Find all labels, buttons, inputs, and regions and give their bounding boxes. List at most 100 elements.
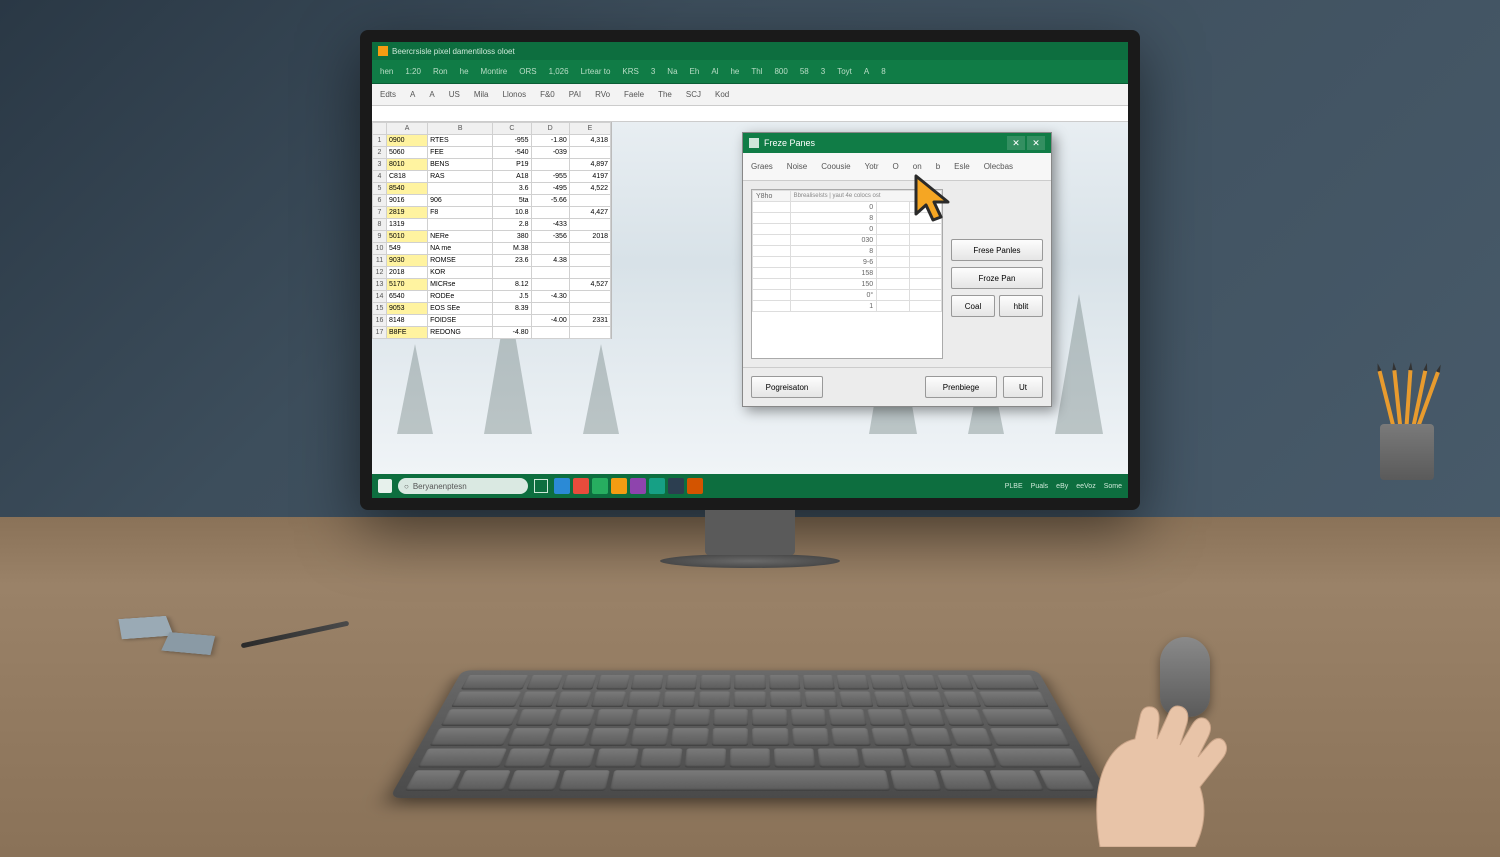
dialog-tab[interactable]: Olecbas — [984, 162, 1013, 171]
toolbar-item[interactable]: The — [658, 90, 672, 99]
tray-item[interactable]: PLBE — [1005, 483, 1023, 490]
dialog-titlebar[interactable]: Freze Panes ✕ ✕ — [743, 133, 1051, 153]
dialog-tab[interactable]: O — [893, 162, 899, 171]
tray-item[interactable]: eBy — [1056, 483, 1068, 490]
ribbon-item[interactable]: Montire — [481, 67, 508, 76]
table-row[interactable]: 146540RODEeJ.5-4.30 — [373, 291, 611, 303]
table-row[interactable]: 25060FEE-540-039 — [373, 147, 611, 159]
ribbon-item[interactable]: Na — [667, 67, 677, 76]
hblit-button[interactable]: hblit — [999, 295, 1043, 317]
table-row[interactable]: 10900RTES-955-1.804,318 — [373, 135, 611, 147]
table-row[interactable]: 585403.6-4954,522 — [373, 183, 611, 195]
table-row[interactable]: 168148FOIDSE-4.002331 — [373, 315, 611, 327]
start-button[interactable] — [378, 479, 392, 493]
ribbon-item[interactable]: he — [460, 67, 469, 76]
table-row[interactable]: 119030ROMSE23.64.38 — [373, 255, 611, 267]
dialog-tab[interactable]: Graes — [751, 162, 773, 171]
sticky-notes — [118, 616, 173, 639]
dialog-tab[interactable]: on — [913, 162, 922, 171]
toolbar-item[interactable]: PAI — [569, 90, 581, 99]
taskbar-app-icon[interactable] — [630, 478, 646, 494]
taskbar-app-icon[interactable] — [611, 478, 627, 494]
tray-item[interactable]: Puals — [1031, 483, 1049, 490]
toolbar[interactable]: Edts A A US Mila Llonos F&0 PAI RVo Faele The SCJ Ko… — [372, 84, 1128, 106]
tray-item[interactable]: Some — [1104, 483, 1122, 490]
toolbar-item[interactable]: Kod — [715, 90, 729, 99]
ribbon-item[interactable]: Thl — [751, 67, 762, 76]
ribbon-item[interactable]: KRS — [622, 67, 638, 76]
tray-item[interactable]: eeVoz — [1076, 483, 1095, 490]
toolbar-item[interactable]: Mila — [474, 90, 489, 99]
ribbon-item[interactable]: 58 — [800, 67, 809, 76]
table-row[interactable]: 159053EOS SEe8.39 — [373, 303, 611, 315]
footer-button-mid[interactable]: Prenbiege — [925, 376, 997, 398]
ribbon-item[interactable]: Ron — [433, 67, 448, 76]
freeze-panes-dialog[interactable]: Freze Panes ✕ ✕ Graes Noise Coousie Yotr Oon… — [742, 132, 1052, 407]
close-button[interactable]: ✕ — [1027, 136, 1045, 150]
table-row[interactable]: 690169065ta-5.66 — [373, 195, 611, 207]
toolbar-item[interactable]: Edts — [380, 90, 396, 99]
ribbon-item[interactable]: Toyt — [837, 67, 852, 76]
ribbon-item[interactable]: 800 — [774, 67, 787, 76]
table-row[interactable]: 4C818RASA18-9554197 — [373, 171, 611, 183]
toolbar-item[interactable]: RVo — [595, 90, 610, 99]
toolbar-item[interactable]: Faele — [624, 90, 644, 99]
ribbon-item[interactable]: A — [864, 67, 869, 76]
toolbar-item[interactable]: F&0 — [540, 90, 555, 99]
dialog-tab[interactable]: Noise — [787, 162, 807, 171]
taskbar-tray[interactable]: PLBE Puals eBy eeVoz Some — [1005, 483, 1122, 490]
table-row[interactable]: 10549NA meM.38 — [373, 243, 611, 255]
ribbon-item[interactable]: he — [730, 67, 739, 76]
taskbar-app-icon[interactable] — [554, 478, 570, 494]
ribbon-item[interactable]: hen — [380, 67, 393, 76]
ribbon-item[interactable]: 1,026 — [549, 67, 569, 76]
mouse — [1160, 637, 1210, 717]
taskbar-app-icon[interactable] — [668, 478, 684, 494]
freeze-pan-button[interactable]: Froze Pan — [951, 267, 1043, 289]
minimize-button[interactable]: ✕ — [1007, 136, 1025, 150]
ribbon-item[interactable]: 3 — [821, 67, 825, 76]
ribbon-item[interactable]: 3 — [651, 67, 655, 76]
table-row[interactable]: 38010BENSP194,897 — [373, 159, 611, 171]
table-row[interactable]: 95010NERe380-3562018 — [373, 231, 611, 243]
ribbon-item[interactable]: Eh — [690, 67, 700, 76]
table-row[interactable]: 72819F810.84,427 — [373, 207, 611, 219]
ribbon[interactable]: hen 1:20 Ron he Montire ORS 1,026 Lrtear to KRS 3… — [372, 60, 1128, 84]
dialog-tab[interactable]: Esle — [954, 162, 970, 171]
dialog-tab[interactable]: b — [936, 162, 940, 171]
keyboard — [389, 670, 1110, 798]
footer-button-left[interactable]: Pogreisaton — [751, 376, 823, 398]
ribbon-item[interactable]: 1:20 — [405, 67, 421, 76]
pencil-cup — [1380, 400, 1440, 480]
toolbar-item[interactable]: A — [410, 90, 415, 99]
taskbar-app-icon[interactable] — [687, 478, 703, 494]
task-view-icon[interactable] — [534, 479, 548, 493]
ribbon-item[interactable]: 8 — [881, 67, 885, 76]
table-row[interactable]: 17B8FEREDONG-4.80 — [373, 327, 611, 339]
coal-button[interactable]: Coal — [951, 295, 995, 317]
dialog-tab[interactable]: Yotr — [865, 162, 879, 171]
toolbar-item[interactable]: SCJ — [686, 90, 701, 99]
dialog-tab[interactable]: Coousie — [821, 162, 850, 171]
taskbar-app-icon[interactable] — [592, 478, 608, 494]
ribbon-item[interactable]: Lrtear to — [581, 67, 611, 76]
taskbar-pinned-icons[interactable] — [554, 478, 703, 494]
table-row[interactable]: 135170MICRse8.124,527 — [373, 279, 611, 291]
toolbar-item[interactable]: Llonos — [503, 90, 527, 99]
taskbar-search[interactable]: ○Beryanenptesn — [398, 478, 528, 494]
taskbar[interactable]: ○Beryanenptesn PLBE Puals eBy eeVoz Some — [372, 474, 1128, 498]
formula-bar[interactable] — [372, 106, 1128, 122]
taskbar-app-icon[interactable] — [573, 478, 589, 494]
taskbar-app-icon[interactable] — [649, 478, 665, 494]
spreadsheet[interactable]: ABCDE10900RTES-955-1.804,31825060FEE-540… — [372, 122, 612, 339]
toolbar-item[interactable]: US — [449, 90, 460, 99]
table-row[interactable]: 122018KOR — [373, 267, 611, 279]
freeze-panes-button[interactable]: Frese Panles — [951, 239, 1043, 261]
sheet-table[interactable]: ABCDE10900RTES-955-1.804,31825060FEE-540… — [372, 122, 611, 339]
ribbon-item[interactable]: ORS — [519, 67, 536, 76]
dialog-tabs[interactable]: Graes Noise Coousie Yotr Oon b Esle Olecbas — [743, 153, 1051, 181]
footer-button-right[interactable]: Ut — [1003, 376, 1043, 398]
ribbon-item[interactable]: Al — [711, 67, 718, 76]
toolbar-item[interactable]: A — [429, 90, 434, 99]
table-row[interactable]: 813192.8-433 — [373, 219, 611, 231]
